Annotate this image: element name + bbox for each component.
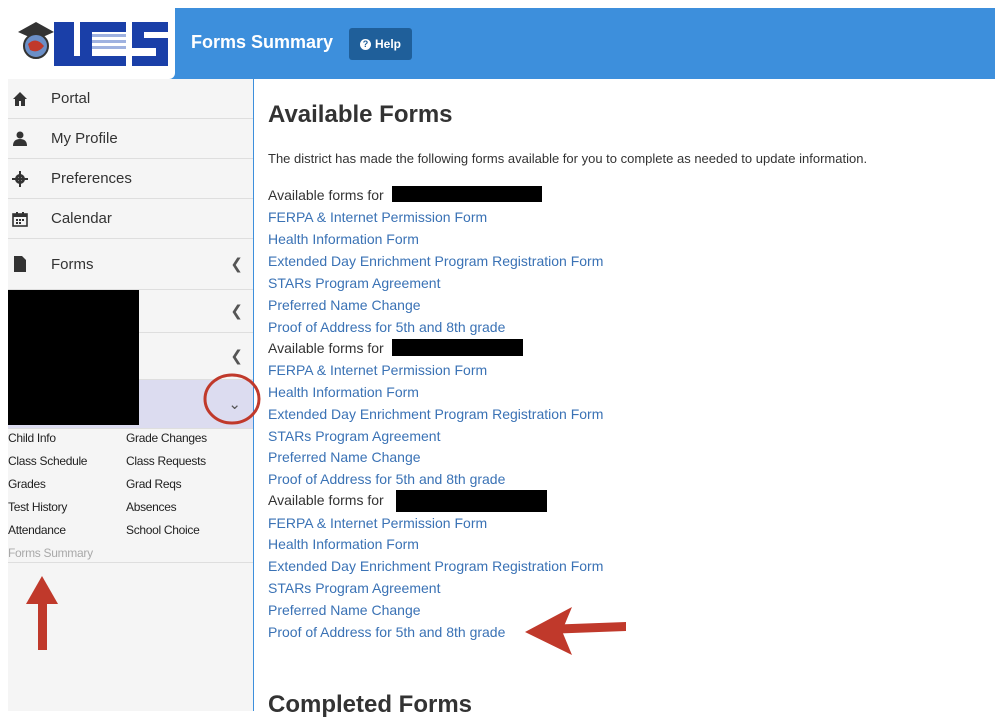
- arrow-left-icon: [525, 607, 626, 655]
- highlight-circle: [203, 373, 261, 425]
- arrow-up-icon: [26, 576, 58, 650]
- annotation-overlay: [26, 373, 626, 655]
